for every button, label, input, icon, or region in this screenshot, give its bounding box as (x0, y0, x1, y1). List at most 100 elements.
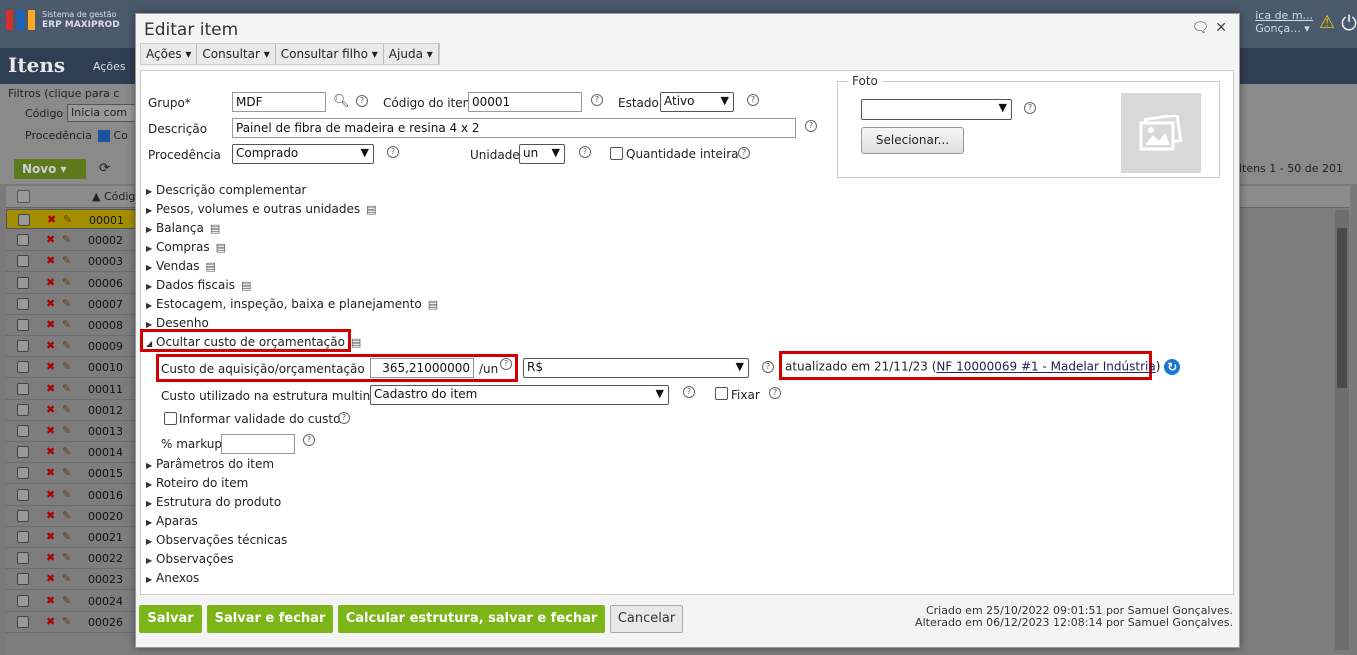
table-row[interactable]: ✖ ✎ 00023 (6, 569, 136, 591)
table-row[interactable]: ✖ ✎ 00001 (6, 209, 136, 229)
delete-icon[interactable]: ✖ (46, 594, 55, 607)
menu-consultar[interactable]: Consultar ▾ (197, 44, 276, 64)
help-icon[interactable]: ? (762, 361, 774, 373)
edit-icon[interactable]: ✎ (62, 530, 71, 543)
row-checkbox[interactable] (17, 276, 29, 289)
table-row[interactable]: ✖ ✎ 00002 (6, 230, 136, 252)
section-item[interactable]: ▶ Desenho (146, 316, 209, 330)
help-icon[interactable]: ? (1024, 102, 1036, 114)
edit-icon[interactable]: ✎ (62, 233, 71, 246)
delete-icon[interactable]: ✖ (46, 488, 55, 501)
section-item[interactable]: ▶ Compras ▤ (146, 240, 226, 254)
new-button[interactable]: Novo ▾ (14, 159, 86, 179)
row-checkbox[interactable] (17, 425, 29, 437)
select-all-checkbox[interactable] (17, 190, 30, 203)
delete-icon[interactable]: ✖ (46, 530, 55, 543)
section-item[interactable]: ▶ Descrição complementar (146, 183, 306, 197)
edit-icon[interactable]: ✎ (62, 254, 71, 267)
row-checkbox[interactable] (17, 297, 29, 310)
power-icon[interactable]: ⏻ (1341, 11, 1357, 35)
estado-select[interactable]: Ativo ▼ (660, 92, 734, 112)
filter-codigo-select[interactable]: Inicia com (67, 104, 137, 122)
salvar-button[interactable]: Salvar (139, 605, 202, 633)
delete-icon[interactable]: ✖ (46, 572, 55, 585)
app-logo[interactable]: Sistema de gestão ERP MAXIPROD (6, 10, 120, 30)
edit-icon[interactable]: ✎ (62, 509, 71, 522)
table-row[interactable]: ✖ ✎ 00022 (6, 548, 136, 570)
delete-icon[interactable]: ✖ (46, 297, 55, 310)
delete-icon[interactable]: ✖ (47, 213, 56, 226)
delete-icon[interactable]: ✖ (46, 551, 55, 564)
delete-icon[interactable]: ✖ (46, 615, 55, 628)
edit-icon[interactable]: ✎ (62, 318, 71, 331)
calcular-button[interactable]: Calcular estrutura, salvar e fechar (338, 605, 605, 633)
row-checkbox[interactable] (17, 403, 29, 416)
row-checkbox[interactable] (17, 446, 29, 459)
edit-icon[interactable]: ✎ (62, 445, 71, 458)
delete-icon[interactable]: ✖ (46, 382, 55, 395)
edit-icon[interactable]: ✎ (63, 213, 72, 226)
help-icon[interactable]: ? (738, 147, 750, 159)
menu-consultar-filho[interactable]: Consultar filho ▾ (276, 44, 384, 64)
delete-icon[interactable]: ✖ (46, 466, 55, 479)
row-checkbox[interactable] (17, 509, 29, 522)
markup-input[interactable] (221, 434, 295, 454)
delete-icon[interactable]: ✖ (46, 318, 55, 331)
table-row[interactable]: ✖ ✎ 00013 (6, 421, 136, 442)
table-row[interactable]: ✖ ✎ 00008 (6, 315, 136, 336)
row-checkbox[interactable] (17, 488, 29, 501)
edit-icon[interactable]: ✎ (62, 382, 71, 395)
selecionar-button[interactable]: Selecionar... (861, 127, 964, 154)
refresh-icon[interactable]: ⟳ (99, 161, 110, 176)
edit-icon[interactable]: ✎ (62, 572, 71, 585)
menu-ajuda[interactable]: Ajuda ▾ (384, 44, 439, 64)
delete-icon[interactable]: ✖ (46, 339, 55, 352)
descricao-input[interactable]: Painel de fibra de madeira e resina 4 x … (232, 118, 796, 138)
help-icon[interactable]: ? (579, 146, 591, 158)
help-icon[interactable]: ? (500, 358, 512, 370)
table-row[interactable]: ✖ ✎ 00003 (6, 251, 136, 273)
row-checkbox[interactable] (17, 319, 29, 331)
help-icon[interactable]: ? (747, 94, 759, 106)
validade-checkbox[interactable] (164, 412, 177, 425)
menu-acoes[interactable]: Ações ▾ (141, 44, 198, 64)
edit-icon[interactable]: ✎ (62, 551, 71, 564)
section-item[interactable]: ▶ Roteiro do item (146, 476, 248, 490)
unidade-select[interactable]: un ▼ (519, 144, 565, 164)
section-item[interactable]: ▶ Estrutura do produto (146, 495, 281, 509)
table-row[interactable]: ✖ ✎ 00007 (6, 294, 136, 315)
help-icon[interactable]: ? (303, 434, 315, 446)
codigo-input[interactable]: 00001 (468, 92, 582, 112)
help-icon[interactable]: ? (769, 387, 781, 399)
nf-link[interactable]: NF 10000069 #1 - Madelar Indústria (936, 360, 1155, 374)
table-row[interactable]: ✖ ✎ 00009 (6, 336, 136, 358)
delete-icon[interactable]: ✖ (46, 360, 55, 373)
page-actions-menu[interactable]: Ações (93, 60, 126, 73)
row-checkbox[interactable] (17, 531, 29, 543)
column-code-header[interactable]: ▲ Códig (92, 190, 135, 203)
delete-icon[interactable]: ✖ (46, 233, 55, 246)
moeda-select[interactable]: R$ ▼ (523, 358, 749, 378)
row-checkbox[interactable] (17, 552, 29, 565)
section-item[interactable]: ▶ Pesos, volumes e outras unidades ▤ (146, 202, 377, 216)
foto-select[interactable]: ▼ (861, 99, 1012, 120)
filter-procedencia-checkbox[interactable]: Co (98, 129, 128, 142)
refresh-icon[interactable]: ↻ (1164, 359, 1181, 375)
section-item[interactable]: ▶ Vendas ▤ (146, 259, 216, 273)
search-icon[interactable]: 🔍︎ (333, 94, 350, 109)
quantidade-inteira-checkbox[interactable] (610, 147, 623, 160)
close-icon[interactable]: ✕ (1215, 20, 1227, 36)
table-row[interactable]: ✖ ✎ 00010 (6, 357, 136, 379)
section-item[interactable]: ▶ Observações técnicas (146, 533, 287, 547)
delete-icon[interactable]: ✖ (46, 445, 55, 458)
table-row[interactable]: ✖ ✎ 00026 (6, 612, 136, 633)
fixar-checkbox[interactable] (715, 387, 728, 400)
edit-icon[interactable]: ✎ (62, 615, 71, 628)
table-row[interactable]: ✖ ✎ 00021 (6, 527, 136, 548)
edit-icon[interactable]: ✎ (62, 360, 71, 373)
help-icon[interactable]: ? (683, 386, 695, 398)
row-checkbox[interactable] (17, 573, 29, 586)
cancelar-button[interactable]: Cancelar (610, 605, 683, 633)
delete-icon[interactable]: ✖ (46, 424, 55, 437)
delete-icon[interactable]: ✖ (46, 276, 55, 289)
